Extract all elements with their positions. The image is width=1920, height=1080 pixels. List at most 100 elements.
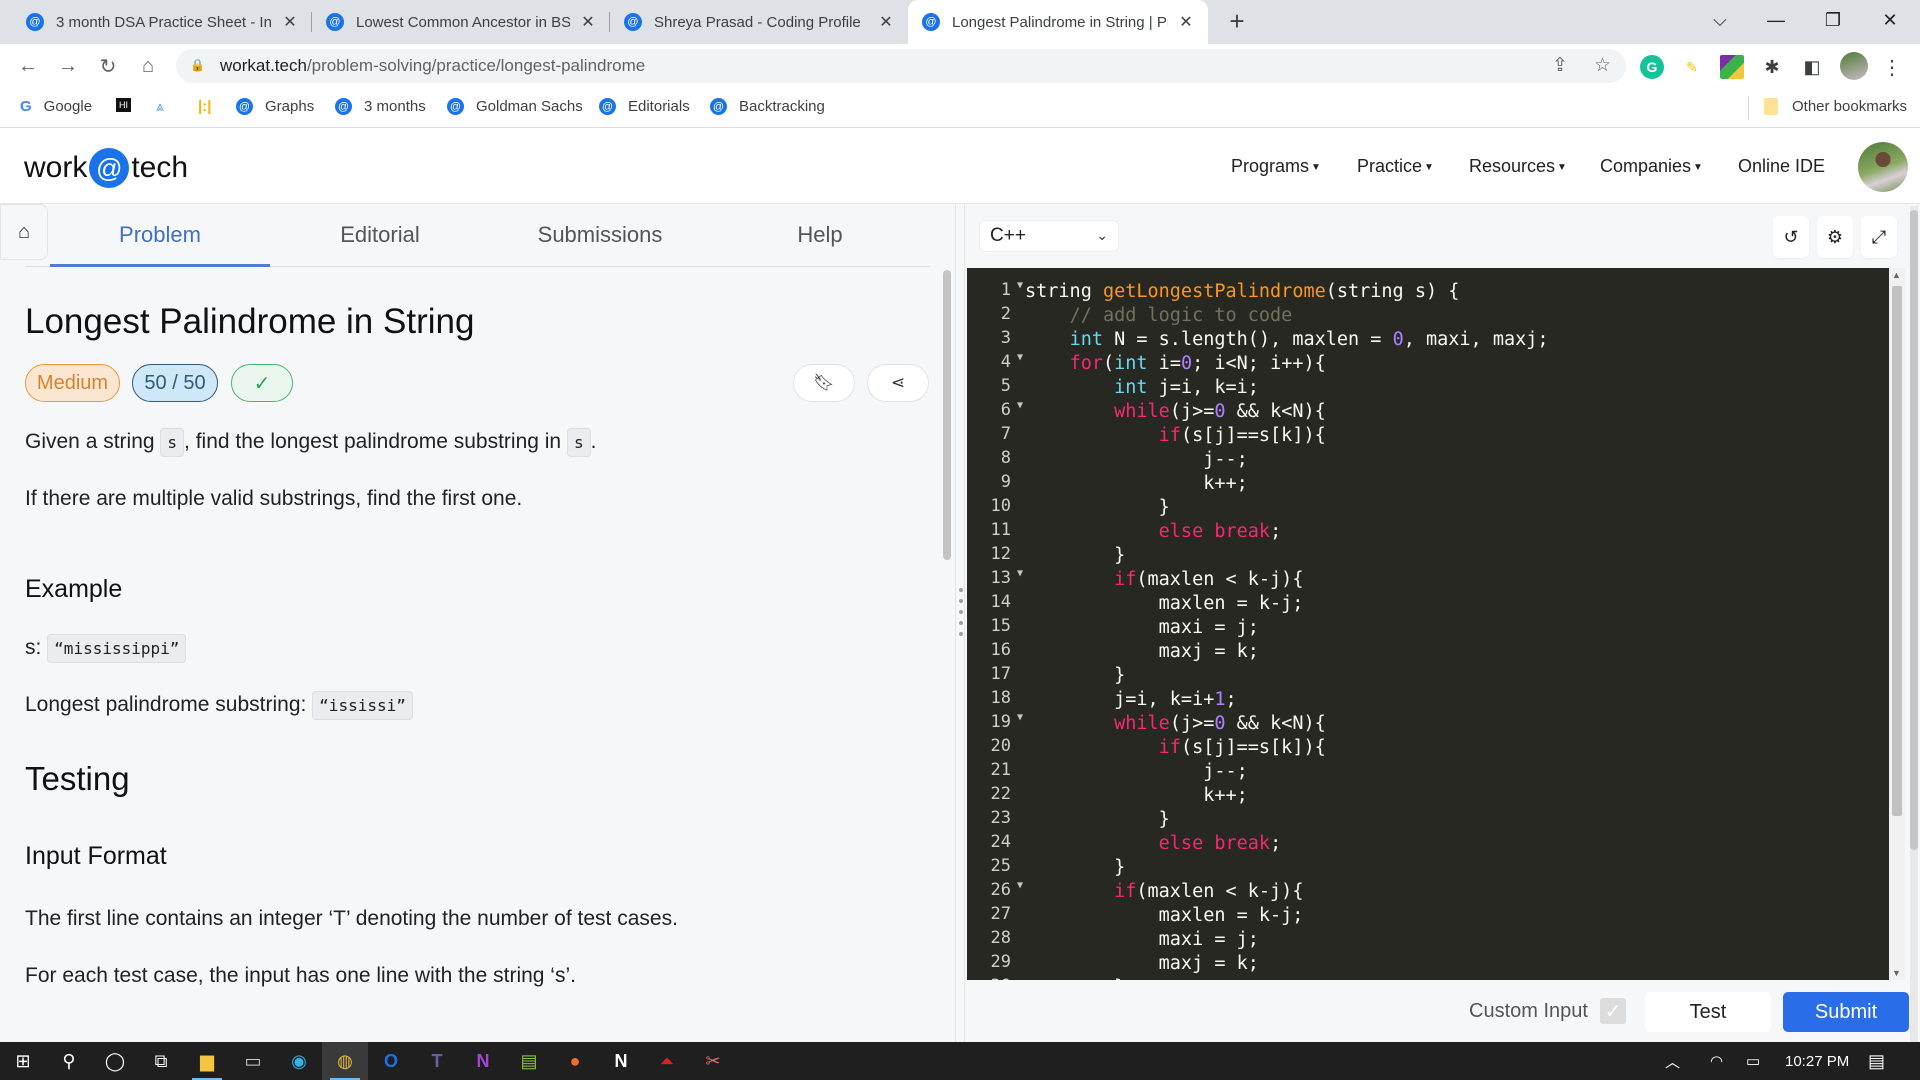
fold-arrow-icon[interactable]: ▼ bbox=[1017, 712, 1023, 723]
code-line[interactable]: } bbox=[1025, 544, 1549, 568]
file-explorer-icon[interactable]: ▆ bbox=[184, 1042, 230, 1080]
windows-start-icon[interactable]: ⊞ bbox=[0, 1042, 46, 1080]
browser-tab-active[interactable]: @ Longest Palindrome in String | Pr ✕ bbox=[908, 0, 1208, 44]
onenote-icon[interactable]: N bbox=[460, 1042, 506, 1080]
code-line[interactable]: if(s[j]==s[k]){ bbox=[1025, 424, 1549, 448]
postman-icon[interactable]: ● bbox=[552, 1042, 598, 1080]
tab-editorial[interactable]: Editorial bbox=[270, 204, 490, 266]
code-line[interactable]: } bbox=[1025, 664, 1549, 688]
bookmark-google[interactable]: G Google bbox=[20, 98, 92, 115]
extensions-puzzle-icon[interactable]: ✱ bbox=[1760, 55, 1784, 79]
grammarly-extension-icon[interactable]: G bbox=[1640, 55, 1664, 79]
pane-resize-handle[interactable] bbox=[955, 204, 965, 1042]
sticky-notes-icon[interactable]: ▤ bbox=[506, 1042, 552, 1080]
code-line[interactable]: else break; bbox=[1025, 832, 1549, 856]
bookmark-backtracking[interactable]: @ Backtracking bbox=[710, 98, 825, 115]
page-scrollbar[interactable] bbox=[1910, 206, 1918, 1042]
custom-input-toggle[interactable]: Custom Input ✓ bbox=[1469, 998, 1626, 1024]
problem-scrollbar[interactable] bbox=[943, 270, 951, 560]
close-tab-icon[interactable]: ✕ bbox=[876, 12, 896, 32]
nav-online-ide[interactable]: Online IDE bbox=[1738, 156, 1825, 177]
fold-arrow-icon[interactable]: ▼ bbox=[1017, 568, 1023, 579]
code-line[interactable]: } bbox=[1025, 808, 1549, 832]
clock-time[interactable]: 10:27 PM bbox=[1785, 1042, 1849, 1080]
code-line[interactable]: string getLongestPalindrome(string s) { bbox=[1025, 280, 1549, 304]
code-scrollbar[interactable]: ▲ ▼ bbox=[1889, 268, 1905, 980]
code-line[interactable]: } bbox=[1025, 856, 1549, 880]
code-line[interactable]: j=i, k=i+1; bbox=[1025, 688, 1549, 712]
bookmark-codechef[interactable]: ⩓ bbox=[156, 98, 164, 115]
submit-button[interactable]: Submit bbox=[1783, 992, 1909, 1032]
close-window-button[interactable]: ✕ bbox=[1860, 0, 1920, 40]
code-line[interactable]: // add logic to code bbox=[1025, 304, 1549, 328]
code-line[interactable]: j--; bbox=[1025, 760, 1549, 784]
code-line[interactable]: while(j>=0 && k<N){ bbox=[1025, 712, 1549, 736]
code-line[interactable]: while(j>=0 && k<N){ bbox=[1025, 400, 1549, 424]
scroll-thumb[interactable] bbox=[1892, 286, 1902, 816]
test-button[interactable]: Test bbox=[1645, 992, 1771, 1032]
code-line[interactable]: if(maxlen < k-j){ bbox=[1025, 568, 1549, 592]
code-line[interactable]: k++; bbox=[1025, 472, 1549, 496]
nav-programs[interactable]: Programs ▼ bbox=[1231, 156, 1321, 177]
new-tab-button[interactable]: + bbox=[1222, 6, 1252, 37]
code-line[interactable]: else break; bbox=[1025, 520, 1549, 544]
tab-search-chevron-icon[interactable]: ⌵ bbox=[1690, 0, 1750, 40]
code-line[interactable]: } bbox=[1025, 496, 1549, 520]
code-lines[interactable]: string getLongestPalindrome(string s) { … bbox=[1025, 280, 1549, 980]
bookmark-hackerrank[interactable]: HI bbox=[116, 98, 131, 112]
share-icon[interactable]: ⇪ bbox=[1552, 54, 1568, 77]
share-problem-button[interactable]: ⋖ bbox=[867, 364, 929, 402]
code-line[interactable]: for(int i=0; i<N; i++){ bbox=[1025, 352, 1549, 376]
forward-button[interactable]: → bbox=[54, 52, 82, 80]
reset-code-button[interactable]: ↺ bbox=[1773, 216, 1809, 258]
outlook-icon[interactable]: O bbox=[368, 1042, 414, 1080]
tab-submissions[interactable]: Submissions bbox=[490, 204, 710, 266]
home-button[interactable]: ⌂ bbox=[134, 52, 162, 80]
close-tab-icon[interactable]: ✕ bbox=[1176, 12, 1196, 32]
bookmark-editorials[interactable]: @ Editorials bbox=[599, 98, 690, 115]
code-line[interactable]: maxlen = k-j; bbox=[1025, 904, 1549, 928]
nav-practice[interactable]: Practice ▼ bbox=[1357, 156, 1434, 177]
fullscreen-button[interactable]: ⤢ bbox=[1861, 216, 1897, 258]
chrome-icon[interactable]: ◍ bbox=[322, 1042, 368, 1080]
nav-resources[interactable]: Resources ▼ bbox=[1469, 156, 1567, 177]
code-line[interactable]: maxj = k; bbox=[1025, 952, 1549, 976]
wifi-icon[interactable]: ◠ bbox=[1710, 1042, 1723, 1080]
workattech-logo[interactable]: work @ tech bbox=[24, 148, 188, 188]
code-line[interactable]: if(maxlen < k-j){ bbox=[1025, 880, 1549, 904]
scroll-down-arrow-icon[interactable]: ▼ bbox=[1892, 968, 1901, 978]
fold-arrow-icon[interactable]: ▼ bbox=[1017, 880, 1023, 891]
scroll-up-arrow-icon[interactable]: ▲ bbox=[1892, 270, 1901, 280]
browser-tab[interactable]: @ Lowest Common Ancestor in BST ✕ bbox=[312, 0, 610, 44]
editor-settings-button[interactable]: ⚙ bbox=[1817, 216, 1853, 258]
nav-companies[interactable]: Companies ▼ bbox=[1600, 156, 1703, 177]
home-icon[interactable]: ⌂ bbox=[0, 204, 48, 260]
tab-help[interactable]: Help bbox=[710, 204, 930, 266]
edge-icon[interactable]: ◉ bbox=[276, 1042, 322, 1080]
bookmark-chart[interactable]: |:| bbox=[198, 98, 211, 115]
fold-arrow-icon[interactable]: ▼ bbox=[1017, 400, 1023, 411]
tab-problem[interactable]: Problem bbox=[50, 204, 270, 266]
code-line[interactable]: maxi = j; bbox=[1025, 616, 1549, 640]
minimize-button[interactable]: — bbox=[1746, 0, 1806, 40]
side-panel-icon[interactable]: ◧ bbox=[1800, 55, 1824, 79]
browser-tab[interactable]: @ Shreya Prasad - Coding Profile ✕ bbox=[610, 0, 908, 44]
bookmark-goldman-sachs[interactable]: @ Goldman Sachs bbox=[447, 98, 583, 115]
code-line[interactable]: if(s[j]==s[k]){ bbox=[1025, 736, 1549, 760]
profile-avatar-icon[interactable] bbox=[1840, 52, 1868, 80]
bookmark-problem-button[interactable]: 🔖︎ bbox=[793, 364, 855, 402]
store-icon[interactable]: ▭ bbox=[230, 1042, 276, 1080]
custom-input-checkbox[interactable]: ✓ bbox=[1599, 998, 1626, 1024]
code-line[interactable]: j--; bbox=[1025, 448, 1549, 472]
fold-arrow-icon[interactable]: ▼ bbox=[1017, 280, 1023, 291]
battery-icon[interactable]: ▭ bbox=[1746, 1042, 1760, 1080]
reload-button[interactable]: ↻ bbox=[94, 52, 122, 80]
tray-chevron-icon[interactable]: ︿ bbox=[1665, 1042, 1680, 1080]
language-select[interactable]: C++ ⌄ bbox=[979, 220, 1119, 252]
code-line[interactable]: int j=i, k=i; bbox=[1025, 376, 1549, 400]
notion-icon[interactable]: N bbox=[598, 1042, 644, 1080]
search-icon[interactable]: ⚲ bbox=[46, 1042, 92, 1080]
highlighter-extension-icon[interactable]: ✎ bbox=[1680, 55, 1704, 79]
code-editor[interactable]: 1 ▼ 2 3 4 ▼ 5 6 ▼ 7 8 9 10 11 12 13 ▼ 14 15 16 17 18 19 ▼ 20 21 22… bbox=[967, 268, 1889, 980]
code-line[interactable]: maxlen = k-j; bbox=[1025, 592, 1549, 616]
